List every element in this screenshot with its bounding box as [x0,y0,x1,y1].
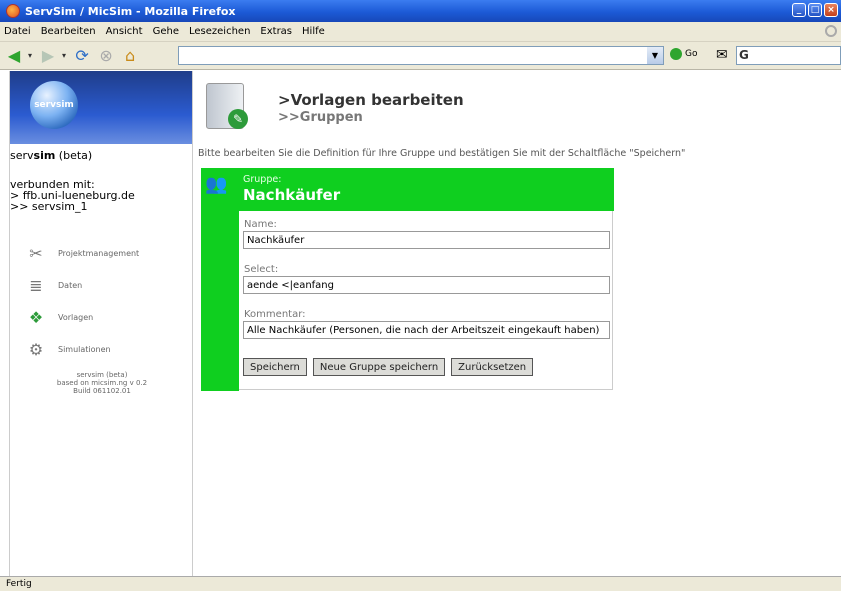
sidebar-item-label: Projektmanagement [58,248,140,258]
tools-icon: ✂ [29,243,43,263]
menu-bar: Datei Bearbeiten Ansicht Gehe Lesezeiche… [0,22,841,42]
window-controls: _ □ × [792,3,838,17]
window-title: ServSim / MicSim - Mozilla Firefox [25,4,236,18]
sidebar-item-label: Daten [58,280,83,290]
navigation-toolbar: ◀ ▾ ▶ ▾ ⟳ ⊗ ⌂ ▼ Go ✉ G [0,42,841,70]
menu-datei[interactable]: Datei [4,26,31,37]
templates-icon: ❖ [28,307,44,327]
save-new-group-button[interactable]: Neue Gruppe speichern [312,358,446,376]
status-text: Fertig [6,579,32,589]
group-label: Gruppe: [243,174,282,185]
window-titlebar: ServSim / MicSim - Mozilla Firefox _ □ × [0,0,841,22]
panel-side-strip [201,211,239,391]
app-name-suffix: (beta) [55,149,93,162]
minimize-button[interactable]: _ [792,3,806,17]
maximize-button[interactable]: □ [808,3,822,17]
intro-text: Bitte bearbeiten Sie die Definition für … [198,148,686,159]
select-field[interactable] [243,276,610,294]
sidebar-item-label: Vorlagen [58,312,94,322]
comment-label: Kommentar: [244,309,306,320]
version-line-3: Build 061102.01 [73,387,131,395]
database-icon: ≣ [29,275,43,295]
url-input[interactable]: ▼ [178,46,664,65]
page-subtitle: >>Gruppen [278,110,363,125]
reload-icon[interactable]: ⟳ [72,46,92,66]
group-edit-panel: 👥 Gruppe: Nachkäufer Name: Select: Komme… [201,168,614,391]
menu-lesezeichen[interactable]: Lesezeichen [189,26,250,37]
stop-icon[interactable]: ⊗ [96,46,116,66]
group-name: Nachkäufer [243,186,341,204]
sidebar-item-daten[interactable]: ≣ Daten [24,273,82,297]
app-name-bold: sim [33,149,56,162]
go-button[interactable]: Go [670,48,697,60]
sidebar-item-simulationen[interactable]: ⚙ Simulationen [24,337,111,361]
menu-gehe[interactable]: Gehe [153,26,179,37]
search-engine-icon[interactable]: G [739,48,749,62]
gears-icon: ⚙ [28,339,44,359]
go-label: Go [685,49,698,59]
sidebar-item-projektmanagement[interactable]: ✂ Projektmanagement [24,241,139,265]
forward-dropdown-icon[interactable]: ▾ [62,51,66,60]
edit-badge-icon: ✎ [228,109,248,129]
version-info: servsim (beta) based on micsim.ng v 0.2 … [10,371,194,395]
menu-hilfe[interactable]: Hilfe [302,26,325,37]
name-label: Name: [244,219,277,230]
feed-icon[interactable]: ✉ [716,47,728,63]
back-arrow-icon[interactable]: ◀ [4,46,24,66]
url-dropdown-icon[interactable]: ▼ [647,47,663,64]
page-title: >Vorlagen bearbeiten [278,91,464,109]
users-icon: 👥 [205,174,228,195]
sidebar: servsim servsim (beta) verbunden mit: > … [9,71,193,576]
home-icon[interactable]: ⌂ [120,46,140,66]
firefox-icon [6,4,20,18]
app-name: servsim (beta) [10,149,92,162]
main-area: ✎ >Vorlagen bearbeiten >>Gruppen Bitte b… [194,71,841,576]
reset-button[interactable]: Zurücksetzen [451,358,534,376]
menu-bearbeiten[interactable]: Bearbeiten [41,26,96,37]
button-row: Speichern Neue Gruppe speichern Zurückse… [243,358,534,376]
forward-arrow-icon[interactable]: ▶ [38,46,58,66]
connection-db: >> servsim_1 [10,200,88,213]
sidebar-item-vorlagen[interactable]: ❖ Vorlagen [24,305,93,329]
menu-extras[interactable]: Extras [260,26,292,37]
panel-header: 👥 Gruppe: Nachkäufer [201,168,614,211]
select-label: Select: [244,264,279,275]
throbber-icon [825,25,837,37]
sidebar-item-label: Simulationen [58,344,111,354]
connection-info: verbunden mit: > ffb.uni-lueneburg.de >>… [10,179,135,212]
back-dropdown-icon[interactable]: ▾ [28,51,32,60]
menu-ansicht[interactable]: Ansicht [106,26,143,37]
search-input[interactable]: G [736,46,841,65]
version-line-1: servsim (beta) [76,371,128,379]
page-content: servsim servsim (beta) verbunden mit: > … [0,71,841,576]
name-field[interactable] [243,231,610,249]
status-bar: Fertig [0,576,841,591]
servsim-logo: servsim [30,81,78,129]
version-line-2: based on micsim.ng v 0.2 [56,379,148,387]
close-button[interactable]: × [824,3,838,17]
go-icon [670,48,682,60]
sidebar-header: servsim [10,71,192,144]
app-name-prefix: serv [10,149,34,162]
save-button[interactable]: Speichern [243,358,307,376]
comment-field[interactable] [243,321,610,339]
